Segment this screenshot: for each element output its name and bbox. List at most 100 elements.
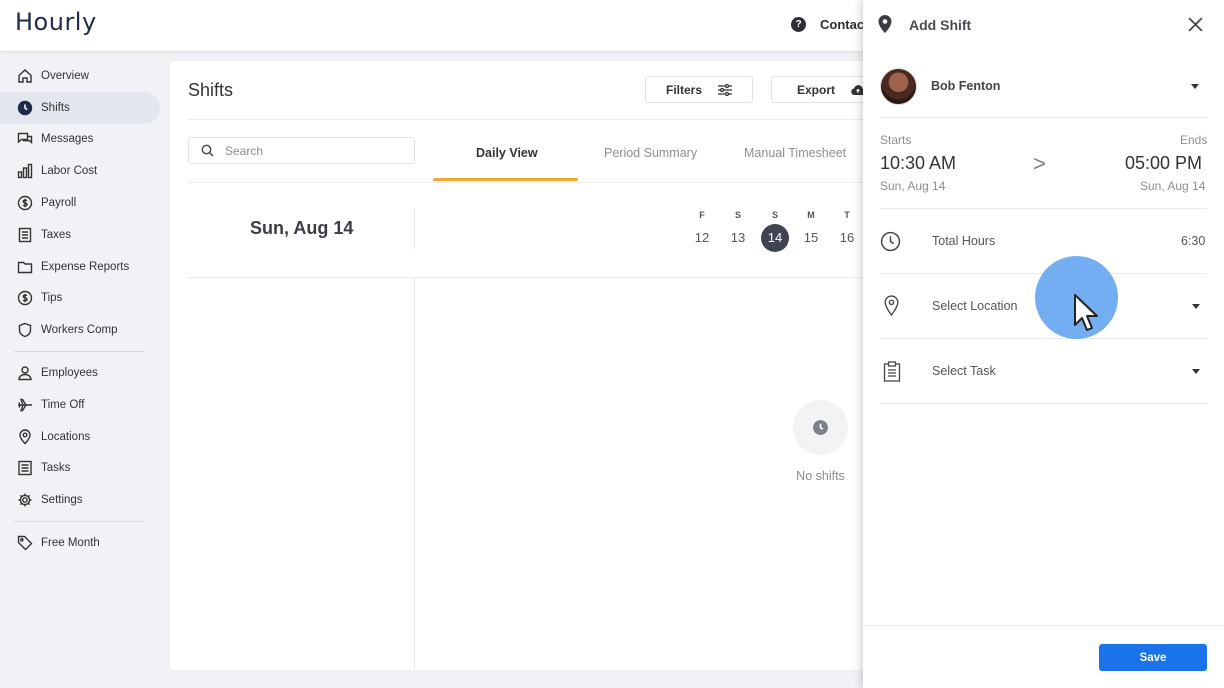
day-picker-sun[interactable]: S 14 xyxy=(761,210,789,252)
drawer-divider xyxy=(880,117,1207,118)
home-icon xyxy=(16,67,34,85)
sidebar-item-payroll[interactable]: Payroll xyxy=(0,187,170,219)
close-icon[interactable] xyxy=(1187,16,1204,33)
total-hours-value: 6:30 xyxy=(1181,234,1206,248)
employee-select[interactable]: Bob Fenton xyxy=(880,67,1210,105)
sidebar-item-shifts[interactable]: Shifts xyxy=(0,91,160,124)
clock-icon xyxy=(880,231,901,252)
contact-link[interactable]: Contact xyxy=(820,17,868,32)
sidebar-item-employees[interactable]: Employees xyxy=(0,357,170,389)
empty-state-text: No shifts xyxy=(796,469,845,483)
end-time[interactable]: 05:00 PM xyxy=(1125,153,1202,174)
sidebar-item-tips[interactable]: Tips xyxy=(0,283,170,315)
select-location[interactable]: Select Location xyxy=(932,299,1017,313)
drawer-divider xyxy=(880,338,1207,339)
sidebar-divider xyxy=(14,351,144,353)
person-icon xyxy=(16,364,34,382)
sidebar-item-label: Payroll xyxy=(41,197,77,210)
filters-button[interactable]: Filters xyxy=(645,76,753,103)
end-date[interactable]: Sun, Aug 14 xyxy=(1140,179,1205,193)
tab-daily-view[interactable]: Daily View xyxy=(476,146,538,160)
day-picker-mon[interactable]: M 15 xyxy=(797,210,825,252)
chevron-down-icon[interactable] xyxy=(1192,304,1200,309)
tag-icon xyxy=(16,534,34,552)
drawer-title: Add Shift xyxy=(909,17,972,33)
plane-icon xyxy=(16,396,34,414)
dollar-icon xyxy=(16,289,34,307)
sidebar-item-time-off[interactable]: Time Off xyxy=(0,389,170,421)
day-picker-sat[interactable]: S 13 xyxy=(724,210,752,252)
sidebar-item-free-month[interactable]: Free Month xyxy=(0,527,170,559)
sidebar-item-locations[interactable]: Locations xyxy=(0,421,170,453)
sidebar: Overview Shifts Messages Labor Cost Payr… xyxy=(0,60,170,559)
sidebar-item-label: Tasks xyxy=(41,462,71,475)
day-picker-tue[interactable]: T 16 xyxy=(833,210,861,252)
shield-icon xyxy=(16,321,34,339)
start-date[interactable]: Sun, Aug 14 xyxy=(880,179,945,193)
chevron-down-icon[interactable] xyxy=(1192,369,1200,374)
sidebar-item-label: Expense Reports xyxy=(41,260,130,273)
sidebar-item-labor-cost[interactable]: Labor Cost xyxy=(0,155,170,187)
active-tab-indicator xyxy=(433,178,578,181)
sidebar-item-expense-reports[interactable]: Expense Reports xyxy=(0,251,170,283)
location-icon xyxy=(884,295,899,316)
sidebar-item-label: Messages xyxy=(41,133,94,146)
day-picker-fri[interactable]: F 12 xyxy=(688,210,716,252)
select-task[interactable]: Select Task xyxy=(932,364,996,378)
help-icon[interactable]: ? xyxy=(791,17,806,32)
add-shift-drawer: Add Shift Bob Fenton Starts Ends 10:30 A… xyxy=(863,0,1224,688)
sidebar-item-tasks[interactable]: Tasks xyxy=(0,453,170,485)
clock-icon xyxy=(16,99,34,117)
pin-icon xyxy=(16,428,34,446)
sidebar-item-label: Locations xyxy=(41,430,91,443)
app-logo[interactable]: Hourly xyxy=(15,8,97,36)
day-letter: S xyxy=(771,210,778,220)
employee-name: Bob Fenton xyxy=(931,79,1001,93)
drawer-divider xyxy=(880,403,1207,404)
location-pin-icon xyxy=(878,15,892,33)
sidebar-item-label: Taxes xyxy=(41,228,72,241)
sidebar-item-label: Time Off xyxy=(41,398,85,411)
sidebar-item-settings[interactable]: Settings xyxy=(0,484,170,516)
day-number: 14 xyxy=(761,224,789,252)
day-number: 13 xyxy=(730,230,746,245)
folder-icon xyxy=(16,258,34,276)
search-box[interactable] xyxy=(188,137,415,164)
sidebar-item-overview[interactable]: Overview xyxy=(0,60,170,92)
empty-state-circle xyxy=(793,400,848,455)
day-number: 16 xyxy=(839,230,855,245)
start-time[interactable]: 10:30 AM xyxy=(880,153,956,174)
tab-period-summary[interactable]: Period Summary xyxy=(604,146,697,160)
sidebar-item-messages[interactable]: Messages xyxy=(0,124,170,156)
chevron-down-icon[interactable] xyxy=(1191,84,1199,89)
selected-date: Sun, Aug 14 xyxy=(250,218,354,238)
sidebar-item-label: Workers Comp xyxy=(41,324,118,337)
header-divider xyxy=(188,119,870,120)
save-button[interactable]: Save xyxy=(1099,644,1207,671)
document-icon xyxy=(16,226,34,244)
sidebar-item-label: Tips xyxy=(41,292,63,305)
chat-icon xyxy=(16,130,34,148)
sidebar-item-taxes[interactable]: Taxes xyxy=(0,219,170,251)
total-hours-label: Total Hours xyxy=(932,234,996,248)
bar-chart-icon xyxy=(16,162,34,180)
export-label: Export xyxy=(797,82,836,97)
search-input[interactable] xyxy=(225,143,395,158)
gear-icon xyxy=(16,491,34,509)
sidebar-item-workers-comp[interactable]: Workers Comp xyxy=(0,314,170,346)
time-arrow: > xyxy=(1033,151,1046,176)
day-number: 15 xyxy=(803,230,819,245)
day-letter: F xyxy=(699,210,705,220)
avatar xyxy=(880,67,917,105)
ends-label: Ends xyxy=(1180,133,1208,147)
day-letter: T xyxy=(844,210,850,220)
shifts-panel: Shifts Filters Export Daily View Period … xyxy=(170,61,881,670)
tabs-divider xyxy=(188,182,870,183)
day-letter: S xyxy=(734,210,741,220)
tab-manual-timesheet[interactable]: Manual Timesheet xyxy=(744,146,846,160)
day-number: 12 xyxy=(694,230,710,245)
sidebar-divider xyxy=(14,521,144,523)
sidebar-item-label: Settings xyxy=(41,494,83,507)
sidebar-item-label: Labor Cost xyxy=(41,165,98,178)
timeline-divider xyxy=(414,278,415,670)
